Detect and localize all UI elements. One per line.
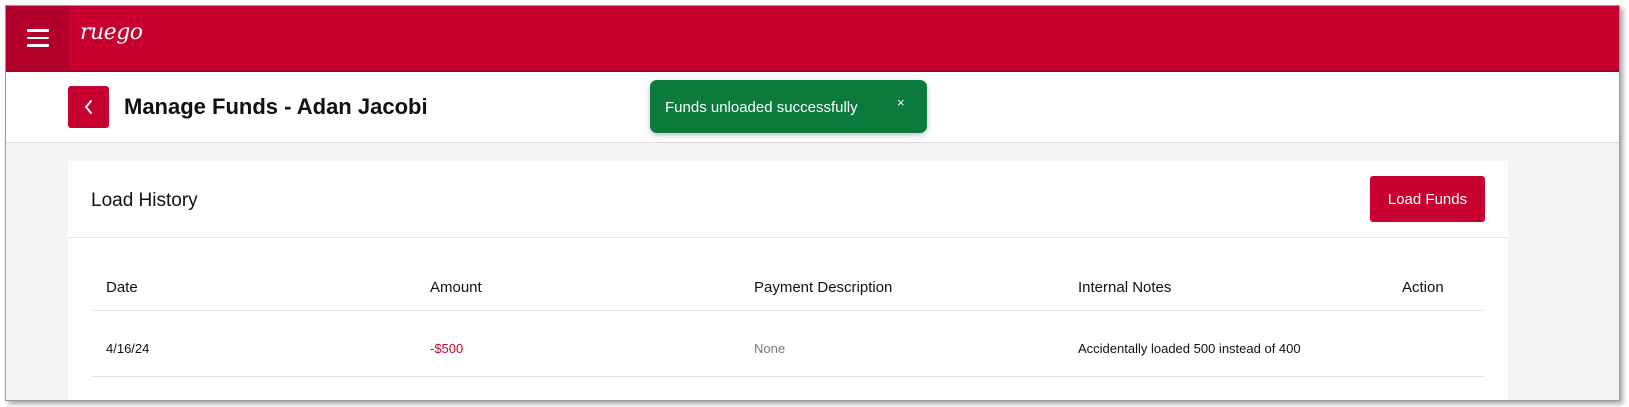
success-toast: Funds unloaded successfully × (650, 80, 927, 133)
back-button[interactable] (68, 86, 109, 128)
chevron-left-icon (84, 100, 92, 114)
top-nav-bar: ruego (6, 6, 1619, 72)
column-header-internal-notes: Internal Notes (1078, 279, 1172, 296)
cell-date: 4/16/24 (106, 341, 150, 356)
card-title: Load History (91, 190, 198, 211)
hamburger-icon (26, 29, 49, 47)
page-title: Manage Funds - Adan Jacobi (124, 94, 428, 119)
cell-amount: -$500 (430, 341, 464, 356)
card-header: Load History Load Funds (68, 161, 1508, 238)
load-history-card: Load History Load Funds Date Amount Paym… (68, 161, 1508, 400)
close-icon[interactable]: × (897, 95, 905, 110)
app-window: ruego Manage Funds - Adan Jacobi Funds u… (5, 5, 1620, 401)
column-header-amount: Amount (430, 279, 482, 296)
table-header: Date Amount Payment Description Internal… (91, 261, 1485, 311)
toast-message: Funds unloaded successfully (665, 99, 858, 116)
column-header-payment-description: Payment Description (754, 279, 893, 296)
brand-logo[interactable]: ruego (80, 20, 143, 45)
column-header-date: Date (106, 279, 138, 296)
load-funds-button[interactable]: Load Funds (1370, 176, 1485, 222)
cell-payment-description: None (754, 341, 786, 356)
menu-button[interactable] (6, 6, 69, 70)
table-row: 4/16/24 -$500 None Accidentally loaded 5… (91, 311, 1485, 377)
cell-internal-notes: Accidentally loaded 500 instead of 400 (1078, 341, 1301, 356)
column-header-action: Action (1402, 279, 1444, 296)
